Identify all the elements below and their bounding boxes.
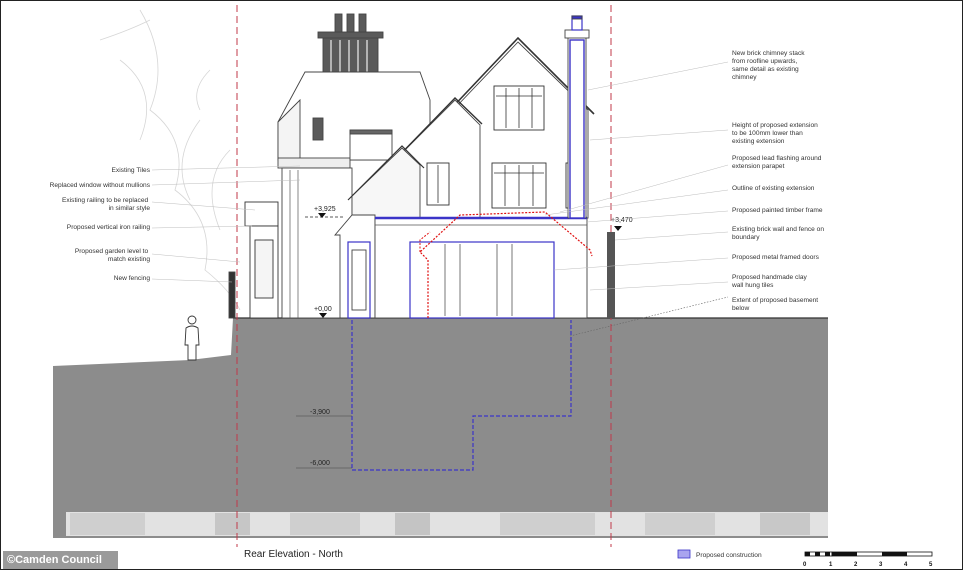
- level-upper-left: +3,925: [314, 206, 336, 213]
- label-boundary-wall: Existing brick wall and fence on boundar…: [732, 226, 826, 241]
- tree-sketch: [99, 9, 241, 311]
- camden-council-logo: ©Camden Council: [3, 551, 118, 569]
- level-basement-2: -6,000: [310, 460, 330, 467]
- level-basement-1: -3,900: [310, 409, 330, 416]
- label-new-fencing: New fencing: [114, 275, 151, 282]
- scale-tick-1: 1: [829, 562, 833, 568]
- label-extension-height: Height of proposed extension to be 100mm…: [732, 122, 820, 145]
- scale-tick-5: 5: [929, 562, 933, 568]
- label-basement-extent: Extent of proposed basement below: [732, 297, 820, 312]
- rear-elevation-drawing: +3,925 +3,470 +0,00 -3,900 -6,000 Existi…: [0, 0, 963, 570]
- scale-tick-2: 2: [854, 562, 858, 568]
- label-replaced-window: Replaced window without mullions: [50, 182, 151, 189]
- drawing-title: Rear Elevation - North: [244, 549, 343, 560]
- label-existing-extension-outline: Outline of existing extension: [732, 185, 815, 192]
- label-existing-tiles: Existing Tiles: [112, 167, 151, 174]
- label-metal-doors: Proposed metal framed doors: [732, 254, 820, 261]
- level-upper-right: +3,470: [611, 217, 633, 224]
- label-vertical-iron-railing: Proposed vertical iron railing: [67, 224, 151, 231]
- scale-tick-4: 4: [904, 562, 908, 568]
- house-elevation: [228, 13, 615, 319]
- left-annotations: Existing Tiles Replaced window without m…: [50, 167, 151, 282]
- label-new-chimney: New brick chimney stack from roofline up…: [732, 50, 806, 81]
- scale-tick-3: 3: [879, 562, 883, 568]
- legend-swatch: [677, 549, 691, 559]
- legend-label: Proposed construction: [696, 552, 762, 559]
- human-figure: [184, 315, 200, 361]
- label-existing-railing: Existing railing to be replaced in simil…: [62, 197, 150, 212]
- scale-tick-0: 0: [803, 562, 807, 568]
- ground-section: [53, 318, 828, 538]
- boundary-wall: [607, 232, 615, 318]
- level-ground: +0,00: [314, 306, 332, 313]
- drawing-sheet: +3,925 +3,470 +0,00 -3,900 -6,000 Existi…: [0, 0, 963, 570]
- label-clay-tiles: Proposed handmade clay wall hung tiles: [731, 274, 809, 289]
- label-garden-level: Proposed garden level to match existing: [75, 248, 150, 263]
- right-annotations: New brick chimney stack from roofline up…: [731, 50, 826, 312]
- label-timber-frame: Proposed painted timber frame: [732, 207, 823, 214]
- label-lead-flashing: Proposed lead flashing around extension …: [732, 155, 823, 170]
- metal-framed-doors: [409, 241, 555, 319]
- scale-bar: 0 1 2 3 4 5: [803, 551, 933, 568]
